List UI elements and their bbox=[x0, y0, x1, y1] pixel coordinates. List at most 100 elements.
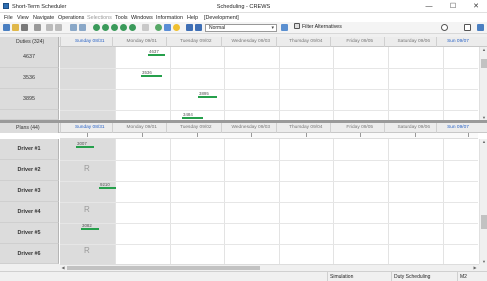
scroll-up-icon[interactable]: ▲ bbox=[480, 139, 487, 144]
day-header[interactable]: Tuesday 09/02 bbox=[166, 37, 225, 47]
driver-row-label[interactable]: Driver #5 bbox=[0, 223, 59, 244]
app-title: Short-Term Scheduler bbox=[12, 3, 67, 10]
duty-task[interactable]: 3484 bbox=[182, 112, 203, 119]
panel-icon[interactable] bbox=[464, 24, 471, 31]
horizontal-scroll-thumb[interactable] bbox=[67, 266, 260, 270]
first-icon[interactable] bbox=[93, 24, 100, 31]
plan-task[interactable]: 3007 bbox=[76, 141, 94, 148]
save-icon[interactable] bbox=[21, 24, 28, 31]
day-header[interactable]: Wednesday 09/03 bbox=[221, 37, 280, 47]
scroll-thumb[interactable] bbox=[481, 215, 487, 229]
new-icon[interactable] bbox=[3, 24, 10, 31]
last-icon[interactable] bbox=[120, 24, 127, 31]
lightbulb-icon[interactable] bbox=[173, 24, 180, 31]
menu-help[interactable]: Help bbox=[187, 15, 198, 21]
day-header[interactable]: Monday 09/01 bbox=[112, 37, 171, 47]
menu-view[interactable]: View bbox=[17, 15, 29, 21]
tick bbox=[306, 133, 307, 137]
funnel-icon bbox=[294, 23, 300, 29]
day-header[interactable]: Friday 09/05 bbox=[330, 37, 389, 47]
rest-day-marker[interactable]: R bbox=[84, 164, 90, 173]
day-header[interactable]: Saturday 09/06 bbox=[384, 123, 443, 133]
plan-task[interactable]: 9210 bbox=[99, 182, 116, 189]
day-header[interactable]: Sun 09/07 bbox=[436, 123, 479, 133]
user-icon[interactable] bbox=[195, 24, 202, 31]
status-module: Duty Scheduling bbox=[391, 272, 455, 281]
driver-row-label[interactable]: Driver #1 bbox=[0, 139, 59, 160]
app-icon bbox=[3, 3, 9, 9]
wifi-icon[interactable] bbox=[477, 24, 484, 31]
scroll-thumb[interactable] bbox=[481, 59, 487, 68]
print-icon[interactable] bbox=[34, 24, 41, 31]
driver-row-label[interactable]: Driver #2 bbox=[0, 160, 59, 181]
duty-task[interactable]: 3895 bbox=[198, 91, 217, 98]
zoom-out-icon[interactable] bbox=[79, 24, 86, 31]
filter-alternatives-button[interactable]: Filter Alternatives bbox=[294, 23, 342, 31]
next-icon[interactable] bbox=[111, 24, 118, 31]
driver-row-label[interactable]: Driver #4 bbox=[0, 202, 59, 223]
plans-vertical-scrollbar[interactable]: ▲ ▼ bbox=[479, 139, 487, 264]
day-header[interactable]: Thursday 09/04 bbox=[276, 37, 335, 47]
day-header[interactable]: Friday 09/05 bbox=[330, 123, 389, 133]
task-bar bbox=[198, 96, 217, 98]
clock-icon[interactable] bbox=[441, 24, 448, 31]
scroll-down-icon[interactable]: ▼ bbox=[480, 259, 487, 264]
duty-row-label[interactable]: 3895 bbox=[0, 89, 59, 110]
rest-day-marker[interactable]: R bbox=[84, 246, 90, 255]
task-label: 3895 bbox=[199, 91, 209, 96]
open-icon[interactable] bbox=[12, 24, 19, 31]
menu-tools[interactable]: Tools bbox=[115, 15, 128, 21]
day-header[interactable]: Sun 09/07 bbox=[436, 37, 479, 47]
duties-vertical-scrollbar[interactable]: ▲ ▼ bbox=[479, 47, 487, 120]
view-mode-select[interactable]: Normal ▾ bbox=[205, 24, 277, 32]
scroll-right-icon[interactable]: ▶ bbox=[472, 265, 478, 270]
task-label: 3536 bbox=[142, 70, 152, 75]
duty-task[interactable]: 4637 bbox=[148, 49, 165, 56]
day-header[interactable]: Monday 09/01 bbox=[112, 123, 171, 133]
rest-day-marker[interactable]: R bbox=[84, 205, 90, 214]
layout-icon[interactable] bbox=[281, 24, 288, 31]
menu-information[interactable]: Information bbox=[156, 15, 183, 21]
zoom-in-icon[interactable] bbox=[70, 24, 77, 31]
duty-row-label[interactable] bbox=[0, 110, 59, 120]
copy-icon[interactable] bbox=[46, 24, 53, 31]
day-header[interactable]: Sunday 08/31 bbox=[60, 123, 119, 133]
duty-task[interactable]: 3536 bbox=[141, 70, 162, 77]
tick bbox=[251, 133, 252, 137]
tick bbox=[197, 133, 198, 137]
plan-task[interactable]: 3082 bbox=[81, 223, 99, 230]
horizontal-scrollbar[interactable]: ◀ ▶ bbox=[60, 264, 479, 271]
check-icon[interactable] bbox=[155, 24, 162, 31]
day-header[interactable]: Saturday 09/06 bbox=[384, 37, 443, 47]
tick bbox=[468, 133, 469, 137]
grid-icon[interactable] bbox=[142, 24, 149, 31]
refresh-icon[interactable] bbox=[129, 24, 136, 31]
menu-file[interactable]: File bbox=[4, 15, 13, 21]
menu-windows[interactable]: Windows bbox=[131, 15, 153, 21]
menu-selections[interactable]: Selections bbox=[87, 15, 112, 21]
menu-operations[interactable]: Operations bbox=[58, 15, 84, 21]
minimize-button[interactable]: — bbox=[418, 0, 440, 13]
menu-navigate[interactable]: Navigate bbox=[33, 15, 54, 21]
driver-row-label[interactable]: Driver #6 bbox=[0, 244, 59, 264]
previous-icon[interactable] bbox=[102, 24, 109, 31]
status-bar: Simulation Duty Scheduling M2 bbox=[0, 271, 487, 281]
scroll-left-icon[interactable]: ◀ bbox=[60, 265, 66, 270]
day-header[interactable]: Tuesday 09/02 bbox=[166, 123, 225, 133]
duty-row-label[interactable]: 3536 bbox=[0, 68, 59, 89]
paste-icon[interactable] bbox=[55, 24, 62, 31]
menu-development[interactable]: [Development] bbox=[204, 15, 239, 21]
mail-icon[interactable] bbox=[164, 24, 171, 31]
close-button[interactable]: ✕ bbox=[465, 0, 487, 13]
menu-bar: File View Navigate Operations Selections… bbox=[0, 13, 487, 22]
duty-row-label[interactable]: 4637 bbox=[0, 47, 59, 68]
day-header[interactable]: Wednesday 09/03 bbox=[221, 123, 280, 133]
maximize-button[interactable]: ☐ bbox=[442, 0, 464, 13]
driver-row-label[interactable]: Driver #3 bbox=[0, 181, 59, 202]
filter-icon[interactable] bbox=[186, 24, 193, 31]
status-code: M2 bbox=[457, 272, 487, 281]
row-divider bbox=[60, 202, 478, 203]
day-header[interactable]: Thursday 09/04 bbox=[276, 123, 335, 133]
scroll-up-icon[interactable]: ▲ bbox=[480, 47, 487, 52]
day-header[interactable]: Sunday 08/31 bbox=[60, 37, 119, 47]
